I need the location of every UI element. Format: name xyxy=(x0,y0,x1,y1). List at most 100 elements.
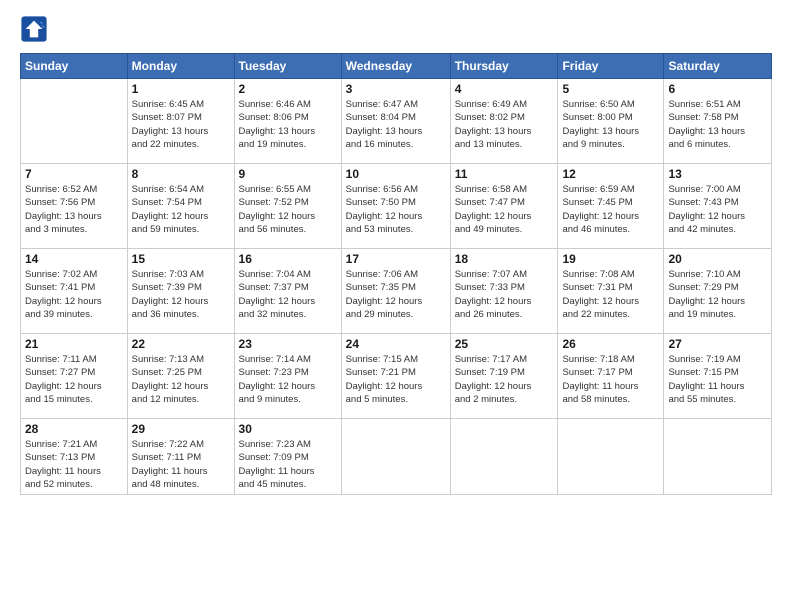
day-info: Sunrise: 7:08 AM Sunset: 7:31 PM Dayligh… xyxy=(562,268,659,321)
calendar-week-4: 28 Sunrise: 7:21 AM Sunset: 7:13 PM Dayli… xyxy=(21,419,772,495)
calendar-cell: 10Sunrise: 6:56 AM Sunset: 7:50 PM Dayli… xyxy=(341,164,450,249)
calendar-cell: 28 Sunrise: 7:21 AM Sunset: 7:13 PM Dayli… xyxy=(21,419,128,495)
calendar-cell: 25 Sunrise: 7:17 AM Sunset: 7:19 PM Dayli… xyxy=(450,334,558,419)
day-info: Sunrise: 6:46 AM Sunset: 8:06 PM Dayligh… xyxy=(239,98,337,151)
day-info: Sunrise: 6:47 AM Sunset: 8:04 PM Dayligh… xyxy=(346,98,446,151)
day-info: Sunrise: 6:59 AM Sunset: 7:45 PM Dayligh… xyxy=(562,183,659,236)
calendar-cell xyxy=(341,419,450,495)
calendar-cell: 18 Sunrise: 7:07 AM Sunset: 7:33 PM Dayli… xyxy=(450,249,558,334)
calendar-week-2: 14 Sunrise: 7:02 AM Sunset: 7:41 PM Dayli… xyxy=(21,249,772,334)
day-info: Sunrise: 6:49 AM Sunset: 8:02 PM Dayligh… xyxy=(455,98,554,151)
calendar-cell: 23 Sunrise: 7:14 AM Sunset: 7:23 PM Dayli… xyxy=(234,334,341,419)
day-number: 23 xyxy=(239,337,337,351)
logo xyxy=(20,15,52,43)
calendar-header-wednesday: Wednesday xyxy=(341,54,450,79)
day-number: 5 xyxy=(562,82,659,96)
day-number: 13 xyxy=(668,167,767,181)
calendar-cell: 7Sunrise: 6:52 AM Sunset: 7:56 PM Daylig… xyxy=(21,164,128,249)
day-number: 27 xyxy=(668,337,767,351)
calendar-cell: 2Sunrise: 6:46 AM Sunset: 8:06 PM Daylig… xyxy=(234,79,341,164)
day-number: 19 xyxy=(562,252,659,266)
day-info: Sunrise: 7:02 AM Sunset: 7:41 PM Dayligh… xyxy=(25,268,123,321)
calendar-header-monday: Monday xyxy=(127,54,234,79)
day-number: 11 xyxy=(455,167,554,181)
calendar-cell xyxy=(450,419,558,495)
day-number: 12 xyxy=(562,167,659,181)
calendar-table: SundayMondayTuesdayWednesdayThursdayFrid… xyxy=(20,53,772,495)
day-number: 1 xyxy=(132,82,230,96)
day-info: Sunrise: 7:22 AM Sunset: 7:11 PM Dayligh… xyxy=(132,438,230,491)
day-info: Sunrise: 7:21 AM Sunset: 7:13 PM Dayligh… xyxy=(25,438,123,491)
calendar-cell: 12 Sunrise: 6:59 AM Sunset: 7:45 PM Dayli… xyxy=(558,164,664,249)
day-info: Sunrise: 7:14 AM Sunset: 7:23 PM Dayligh… xyxy=(239,353,337,406)
calendar-header-row: SundayMondayTuesdayWednesdayThursdayFrid… xyxy=(21,54,772,79)
day-info: Sunrise: 6:51 AM Sunset: 7:58 PM Dayligh… xyxy=(668,98,767,151)
day-number: 6 xyxy=(668,82,767,96)
day-number: 20 xyxy=(668,252,767,266)
calendar-cell xyxy=(664,419,772,495)
calendar-cell: 16 Sunrise: 7:04 AM Sunset: 7:37 PM Dayli… xyxy=(234,249,341,334)
calendar-cell: 22 Sunrise: 7:13 AM Sunset: 7:25 PM Dayli… xyxy=(127,334,234,419)
day-number: 22 xyxy=(132,337,230,351)
calendar-cell: 14 Sunrise: 7:02 AM Sunset: 7:41 PM Dayli… xyxy=(21,249,128,334)
day-info: Sunrise: 6:45 AM Sunset: 8:07 PM Dayligh… xyxy=(132,98,230,151)
day-number: 15 xyxy=(132,252,230,266)
day-info: Sunrise: 7:03 AM Sunset: 7:39 PM Dayligh… xyxy=(132,268,230,321)
day-info: Sunrise: 7:06 AM Sunset: 7:35 PM Dayligh… xyxy=(346,268,446,321)
day-info: Sunrise: 7:00 AM Sunset: 7:43 PM Dayligh… xyxy=(668,183,767,236)
calendar-header-sunday: Sunday xyxy=(21,54,128,79)
calendar-cell xyxy=(558,419,664,495)
day-info: Sunrise: 7:07 AM Sunset: 7:33 PM Dayligh… xyxy=(455,268,554,321)
calendar-cell: 15 Sunrise: 7:03 AM Sunset: 7:39 PM Dayli… xyxy=(127,249,234,334)
day-info: Sunrise: 6:50 AM Sunset: 8:00 PM Dayligh… xyxy=(562,98,659,151)
page-header xyxy=(20,15,772,43)
day-info: Sunrise: 6:58 AM Sunset: 7:47 PM Dayligh… xyxy=(455,183,554,236)
day-info: Sunrise: 7:13 AM Sunset: 7:25 PM Dayligh… xyxy=(132,353,230,406)
day-number: 24 xyxy=(346,337,446,351)
calendar-cell: 24Sunrise: 7:15 AM Sunset: 7:21 PM Dayli… xyxy=(341,334,450,419)
calendar-header-friday: Friday xyxy=(558,54,664,79)
day-number: 8 xyxy=(132,167,230,181)
calendar-cell: 29 Sunrise: 7:22 AM Sunset: 7:11 PM Dayli… xyxy=(127,419,234,495)
calendar-cell: 5 Sunrise: 6:50 AM Sunset: 8:00 PM Daylig… xyxy=(558,79,664,164)
day-number: 17 xyxy=(346,252,446,266)
day-info: Sunrise: 6:55 AM Sunset: 7:52 PM Dayligh… xyxy=(239,183,337,236)
calendar-cell: 3 Sunrise: 6:47 AM Sunset: 8:04 PM Daylig… xyxy=(341,79,450,164)
day-number: 29 xyxy=(132,422,230,436)
day-info: Sunrise: 7:17 AM Sunset: 7:19 PM Dayligh… xyxy=(455,353,554,406)
calendar-cell: 17 Sunrise: 7:06 AM Sunset: 7:35 PM Dayli… xyxy=(341,249,450,334)
logo-icon xyxy=(20,15,48,43)
calendar-header-saturday: Saturday xyxy=(664,54,772,79)
day-number: 9 xyxy=(239,167,337,181)
day-number: 25 xyxy=(455,337,554,351)
day-number: 16 xyxy=(239,252,337,266)
day-info: Sunrise: 7:18 AM Sunset: 7:17 PM Dayligh… xyxy=(562,353,659,406)
calendar-week-3: 21Sunrise: 7:11 AM Sunset: 7:27 PM Dayli… xyxy=(21,334,772,419)
day-info: Sunrise: 7:23 AM Sunset: 7:09 PM Dayligh… xyxy=(239,438,337,491)
day-number: 14 xyxy=(25,252,123,266)
day-number: 28 xyxy=(25,422,123,436)
calendar-week-1: 7Sunrise: 6:52 AM Sunset: 7:56 PM Daylig… xyxy=(21,164,772,249)
day-info: Sunrise: 7:10 AM Sunset: 7:29 PM Dayligh… xyxy=(668,268,767,321)
calendar-header-thursday: Thursday xyxy=(450,54,558,79)
calendar-week-0: 1 Sunrise: 6:45 AM Sunset: 8:07 PM Daylig… xyxy=(21,79,772,164)
day-number: 3 xyxy=(346,82,446,96)
day-number: 18 xyxy=(455,252,554,266)
calendar-cell: 19 Sunrise: 7:08 AM Sunset: 7:31 PM Dayli… xyxy=(558,249,664,334)
calendar-cell: 11 Sunrise: 6:58 AM Sunset: 7:47 PM Dayli… xyxy=(450,164,558,249)
calendar-cell: 20 Sunrise: 7:10 AM Sunset: 7:29 PM Dayli… xyxy=(664,249,772,334)
calendar-cell: 8 Sunrise: 6:54 AM Sunset: 7:54 PM Daylig… xyxy=(127,164,234,249)
day-number: 10 xyxy=(346,167,446,181)
day-info: Sunrise: 7:11 AM Sunset: 7:27 PM Dayligh… xyxy=(25,353,123,406)
day-info: Sunrise: 7:19 AM Sunset: 7:15 PM Dayligh… xyxy=(668,353,767,406)
calendar-cell: 27 Sunrise: 7:19 AM Sunset: 7:15 PM Dayli… xyxy=(664,334,772,419)
calendar-cell: 9 Sunrise: 6:55 AM Sunset: 7:52 PM Daylig… xyxy=(234,164,341,249)
day-number: 30 xyxy=(239,422,337,436)
day-info: Sunrise: 7:04 AM Sunset: 7:37 PM Dayligh… xyxy=(239,268,337,321)
calendar-cell: 1 Sunrise: 6:45 AM Sunset: 8:07 PM Daylig… xyxy=(127,79,234,164)
calendar-cell: 21Sunrise: 7:11 AM Sunset: 7:27 PM Dayli… xyxy=(21,334,128,419)
day-info: Sunrise: 6:52 AM Sunset: 7:56 PM Dayligh… xyxy=(25,183,123,236)
calendar-cell: 30 Sunrise: 7:23 AM Sunset: 7:09 PM Dayli… xyxy=(234,419,341,495)
day-info: Sunrise: 6:54 AM Sunset: 7:54 PM Dayligh… xyxy=(132,183,230,236)
calendar-cell: 13 Sunrise: 7:00 AM Sunset: 7:43 PM Dayli… xyxy=(664,164,772,249)
